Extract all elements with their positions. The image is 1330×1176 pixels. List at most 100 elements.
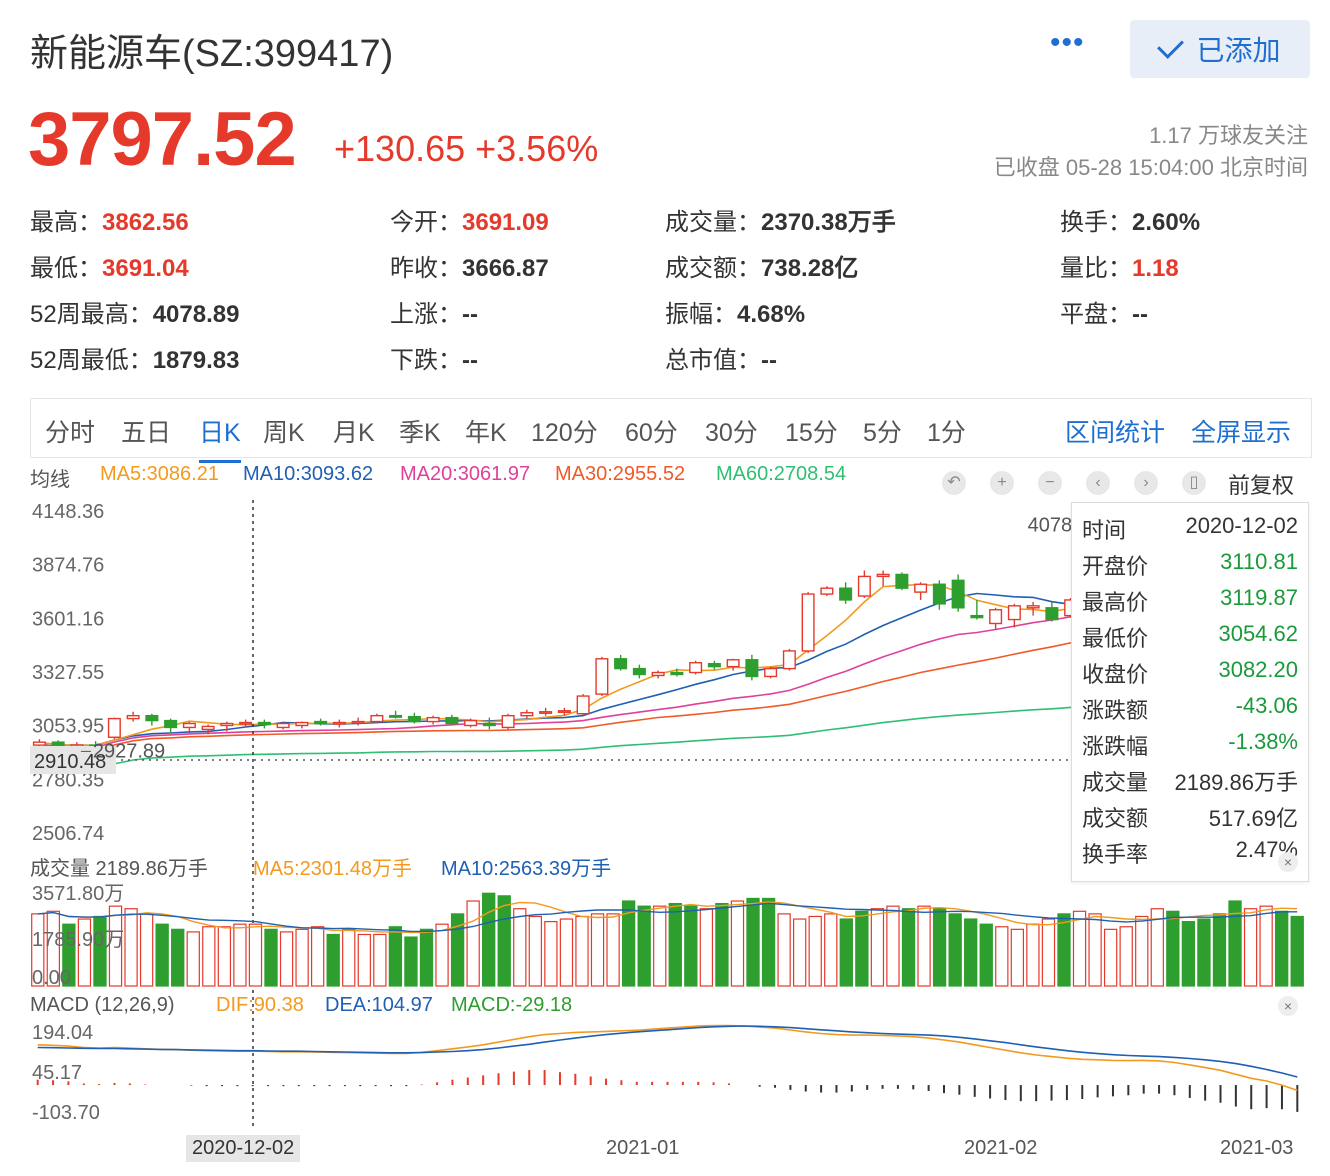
- volume-bar: [808, 915, 822, 987]
- tooltip-key: 换手率: [1082, 842, 1149, 867]
- tooltip-row: 收盘价 3082.20: [1082, 657, 1298, 689]
- volume-bar: [528, 915, 542, 987]
- candle-body: [539, 711, 553, 714]
- volume-bar: [917, 905, 931, 987]
- candle-body: [276, 722, 290, 729]
- tooltip-key: 开盘价: [1082, 554, 1149, 579]
- volume-bar: [404, 936, 418, 987]
- tooltip-value: 3054.62: [1218, 621, 1298, 646]
- candle-body: [332, 721, 346, 725]
- volume-bar: [637, 905, 651, 987]
- volume-bar: [1181, 921, 1196, 987]
- volume-bar: [715, 902, 729, 987]
- price-tick-label: 2506.74: [32, 823, 104, 845]
- price-tick-label: 4148.36: [32, 501, 104, 523]
- volume-bar: [1197, 918, 1211, 987]
- volume-bar: [995, 926, 1009, 987]
- tooltip-row: 涨跌额 -43.06: [1082, 693, 1298, 725]
- volume-bar: [855, 910, 869, 987]
- volume-bar: [653, 905, 667, 987]
- tooltip-key: 时间: [1082, 518, 1127, 543]
- low-marker-label: 2927.89: [93, 740, 165, 762]
- volume-bar: [824, 913, 838, 987]
- volume-bar: [544, 921, 558, 987]
- candle-body: [1007, 605, 1021, 621]
- x-label-2021-02: 2021-02: [964, 1137, 1038, 1159]
- candle-body: [1026, 605, 1040, 609]
- volume-bar: [202, 926, 216, 987]
- candle-body: [445, 716, 459, 725]
- volume-bar: [435, 923, 449, 987]
- volume-bar: [1088, 913, 1102, 987]
- candle-body: [989, 609, 1003, 625]
- price-tick-label: 3053.95: [32, 716, 104, 738]
- macd-value-legend: MACD:-29.18: [451, 994, 573, 1016]
- candle-body: [932, 583, 946, 605]
- tooltip-row: 最高价 3119.87: [1082, 585, 1298, 617]
- tooltip-row: 时间 2020-12-02: [1082, 513, 1298, 545]
- volume-bar: [668, 902, 682, 987]
- candle-body: [632, 667, 646, 676]
- candle-body: [182, 722, 196, 729]
- volume-bar: [793, 918, 807, 987]
- volume-bar: [590, 913, 605, 987]
- price-tick-label: 3327.55: [32, 662, 104, 684]
- candle-body: [707, 662, 721, 668]
- candle-body: [914, 583, 928, 593]
- volume-bar: [326, 933, 340, 987]
- candle-body: [764, 667, 778, 678]
- macd-close-icon[interactable]: ×: [1278, 996, 1298, 1016]
- x-label-crosshair-date: 2020-12-02: [186, 1135, 301, 1162]
- tooltip-value: -43.06: [1235, 693, 1298, 718]
- volume-bar: [932, 908, 947, 987]
- volume-bar: [310, 926, 325, 987]
- volume-bar: [1119, 926, 1133, 987]
- macd-dif-legend: DIF:90.38: [216, 994, 304, 1016]
- tooltip-key: 成交量: [1082, 770, 1149, 795]
- candle-body: [351, 720, 365, 724]
- volume-bar: [1026, 923, 1040, 987]
- candle-body: [614, 658, 628, 670]
- candle-body: [295, 721, 309, 727]
- x-label-2021-03: 2021-03: [1220, 1137, 1294, 1159]
- tooltip-key: 涨跌幅: [1082, 734, 1149, 759]
- tooltip-row: 成交量 2189.86万手: [1082, 765, 1298, 797]
- volume-bar: [264, 928, 278, 987]
- volume-bar: [730, 900, 745, 987]
- volume-bar: [1290, 915, 1304, 987]
- candle-body: [745, 659, 759, 678]
- tooltip-row: 换手率 2.47%: [1082, 837, 1298, 869]
- volume-bar: [1057, 913, 1071, 987]
- volume-bar: [1243, 908, 1258, 987]
- candle-body: [782, 650, 796, 670]
- candle-body: [689, 662, 703, 674]
- macd-tick-label: -103.70: [32, 1102, 100, 1124]
- volume-ma10-legend: MA10:2563.39万手: [441, 858, 612, 880]
- volume-bar: [279, 931, 294, 987]
- volume-bar: [373, 933, 387, 987]
- candle-body: [576, 695, 590, 715]
- volume-bar: [1103, 928, 1118, 987]
- volume-tick-label: 1785.90万: [32, 929, 124, 951]
- tooltip-key: 成交额: [1082, 806, 1149, 831]
- candle-body: [895, 573, 909, 589]
- volume-bar: [124, 908, 138, 987]
- tooltip-close-icon[interactable]: ×: [1278, 852, 1298, 872]
- tooltip-row: 最低价 3054.62: [1082, 621, 1298, 653]
- candle-body: [520, 712, 534, 717]
- candle-body: [164, 719, 178, 729]
- candle-body: [239, 721, 253, 725]
- candle-body: [389, 714, 403, 718]
- candle-body: [726, 659, 740, 668]
- volume-tick-label: 3571.80万: [32, 883, 124, 905]
- volume-bar: [1166, 910, 1180, 987]
- candle-body: [501, 714, 515, 729]
- candle-body: [670, 671, 684, 676]
- tooltip-value: -1.38%: [1228, 729, 1298, 754]
- candle-body: [595, 658, 609, 695]
- volume-bar: [1135, 915, 1149, 987]
- volume-bar: [1041, 918, 1056, 987]
- volume-bar: [513, 908, 527, 987]
- tooltip-key: 收盘价: [1082, 662, 1149, 687]
- candle-body: [220, 722, 234, 727]
